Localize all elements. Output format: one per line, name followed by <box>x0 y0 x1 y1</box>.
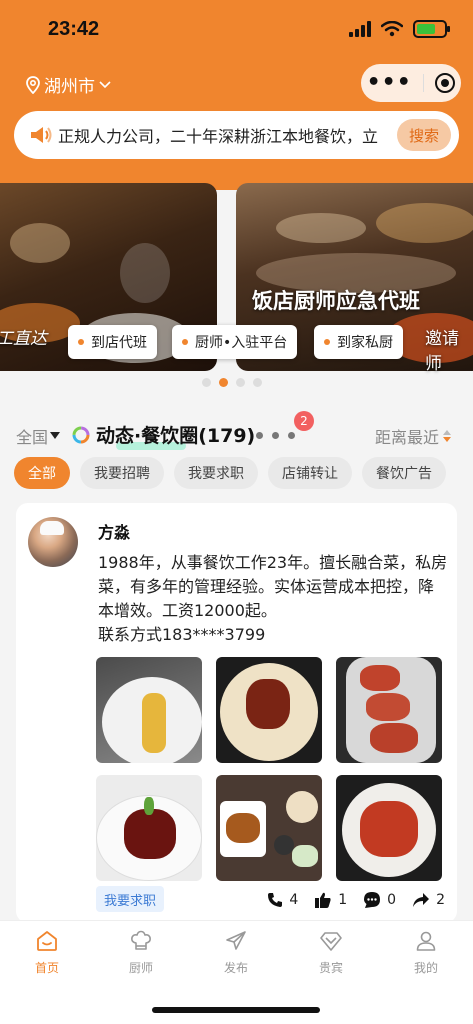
avatar[interactable] <box>28 517 78 567</box>
location-pin-icon <box>26 75 40 94</box>
banner-right-slogan: 邀请师 <box>425 329 459 374</box>
home-icon <box>37 931 57 951</box>
post-contact: 联系方式183****3799 <box>98 625 266 644</box>
megaphone-icon <box>31 127 52 143</box>
caret-down-icon <box>50 432 61 439</box>
chip-store-shift[interactable]: 到店代班 <box>68 325 157 359</box>
sort-label: 距离最近 <box>374 428 439 447</box>
category-tabs: 全部 我要招聘 我要求职 店铺转让 餐饮广告 <box>14 457 446 489</box>
indicator-dot-active <box>219 378 228 387</box>
indicator-dot <box>202 378 211 387</box>
banner-title: 饭店厨师应急代班 <box>252 289 420 313</box>
sort-arrows-icon <box>443 430 451 442</box>
status-time: 23:42 <box>48 18 100 40</box>
sort-selector[interactable]: 距离最近 <box>375 424 451 448</box>
tab-all[interactable]: 全部 <box>14 457 70 489</box>
carousel-indicator <box>202 378 262 387</box>
tab-vip-label: 贵宾 <box>318 961 343 975</box>
bullet-dot <box>182 339 188 345</box>
post-body: 1988年，从事餐饮工作23年。擅长融合菜，私房菜，有多年的管理经验。实体运营成… <box>98 553 448 620</box>
chevron-down-icon <box>99 80 111 88</box>
notice-marquee: 正规人力公司，二十年深耕浙江本地餐饮，立 <box>58 127 379 146</box>
post-stats: 4 1 0 2 <box>267 891 445 909</box>
home-indicator[interactable] <box>152 1007 320 1013</box>
tab-chef[interactable]: 厨师 <box>94 929 188 976</box>
feed-title-text: 动态·餐饮圈(179) <box>96 425 256 447</box>
photo-dumpling-dish[interactable] <box>96 657 202 763</box>
send-icon <box>226 931 246 950</box>
post-text: 1988年，从事餐饮工作23年。擅长融合菜，私房菜，有多年的管理经验。实体运营成… <box>98 551 448 647</box>
photo-braised-pork[interactable] <box>96 775 202 881</box>
chip-label: 到家私厨 <box>337 335 393 351</box>
status-bar: 23:42 <box>0 0 473 60</box>
rainbow-logo-icon <box>72 426 90 443</box>
battery-icon <box>413 20 450 38</box>
user-icon <box>416 931 436 951</box>
more-options-button[interactable]: ••• <box>367 72 412 94</box>
bullet-dot <box>78 339 84 345</box>
chip-label: 厨师•入驻平台 <box>195 335 288 351</box>
post-card[interactable]: 方淼 1988年，从事餐饮工作23年。擅长融合菜，私房菜，有多年的管理经验。实体… <box>16 503 457 923</box>
feed-more-button[interactable] <box>256 432 295 439</box>
signal-icon <box>349 21 371 37</box>
status-icons <box>349 20 450 38</box>
call-action[interactable]: 4 <box>267 892 298 908</box>
feed-header: 全国 动态·餐饮圈(179) 2 距离最近 <box>0 410 473 454</box>
tab-mine-label: 我的 <box>413 961 438 975</box>
notification-badge: 2 <box>294 411 314 431</box>
indicator-dot <box>253 378 262 387</box>
tab-mine[interactable]: 我的 <box>379 929 473 976</box>
thumbs-up-icon <box>315 892 331 908</box>
chip-chef-join[interactable]: 厨师•入驻平台 <box>172 325 298 359</box>
city-selector[interactable]: 湖州市 <box>26 72 111 97</box>
chip-label: 到店代班 <box>91 335 147 351</box>
share-count: 2 <box>436 892 445 908</box>
photo-braised-meat[interactable] <box>216 657 322 763</box>
call-count: 4 <box>289 892 299 908</box>
close-miniprogram-button[interactable] <box>435 73 456 93</box>
indicator-dot <box>236 378 245 387</box>
search-bar[interactable]: 正规人力公司，二十年深耕浙江本地餐饮，立 搜索 <box>14 111 459 159</box>
like-action[interactable]: 1 <box>314 892 347 908</box>
share-arrow-icon <box>413 893 430 907</box>
chip-home-chef[interactable]: 到家私厨 <box>314 325 403 359</box>
comment-icon <box>364 892 381 908</box>
diamond-icon <box>320 932 342 951</box>
post-tag[interactable]: 我要求职 <box>96 886 165 912</box>
tab-ads[interactable]: 餐饮广告 <box>362 457 446 489</box>
tab-publish-label: 发布 <box>223 961 248 975</box>
region-filter[interactable]: 全国 <box>16 424 61 448</box>
chef-hat-icon <box>131 930 151 950</box>
feed-title: 动态·餐饮圈(179) <box>72 421 256 450</box>
tab-publish[interactable]: 发布 <box>189 929 283 976</box>
comment-action[interactable]: 0 <box>363 891 396 909</box>
city-name: 湖州市 <box>44 77 95 97</box>
tab-shop-transfer[interactable]: 店铺转让 <box>268 457 352 489</box>
bullet-dot <box>324 339 330 345</box>
wifi-icon <box>381 21 403 37</box>
like-count: 1 <box>338 892 348 908</box>
share-action[interactable]: 2 <box>412 892 445 908</box>
search-button[interactable]: 搜索 <box>397 119 451 151</box>
tab-home-label: 首页 <box>34 961 59 975</box>
miniprogram-capsule: ••• <box>361 64 461 102</box>
tab-home[interactable]: 首页 <box>0 929 94 976</box>
photo-grid <box>96 657 442 881</box>
banner-left-slogan: 工直达 <box>0 329 47 349</box>
comment-count: 0 <box>387 892 397 908</box>
post-author[interactable]: 方淼 <box>98 519 130 543</box>
tab-chef-label: 厨师 <box>128 961 153 975</box>
tab-job-seek[interactable]: 我要求职 <box>174 457 258 489</box>
photo-shrimp-dish[interactable] <box>336 775 442 881</box>
phone-icon <box>268 893 283 907</box>
region-label: 全国 <box>16 428 49 447</box>
tab-vip[interactable]: 贵宾 <box>284 929 378 976</box>
photo-abalone-dish[interactable] <box>336 657 442 763</box>
photo-set-meal[interactable] <box>216 775 322 881</box>
tab-recruit[interactable]: 我要招聘 <box>80 457 164 489</box>
